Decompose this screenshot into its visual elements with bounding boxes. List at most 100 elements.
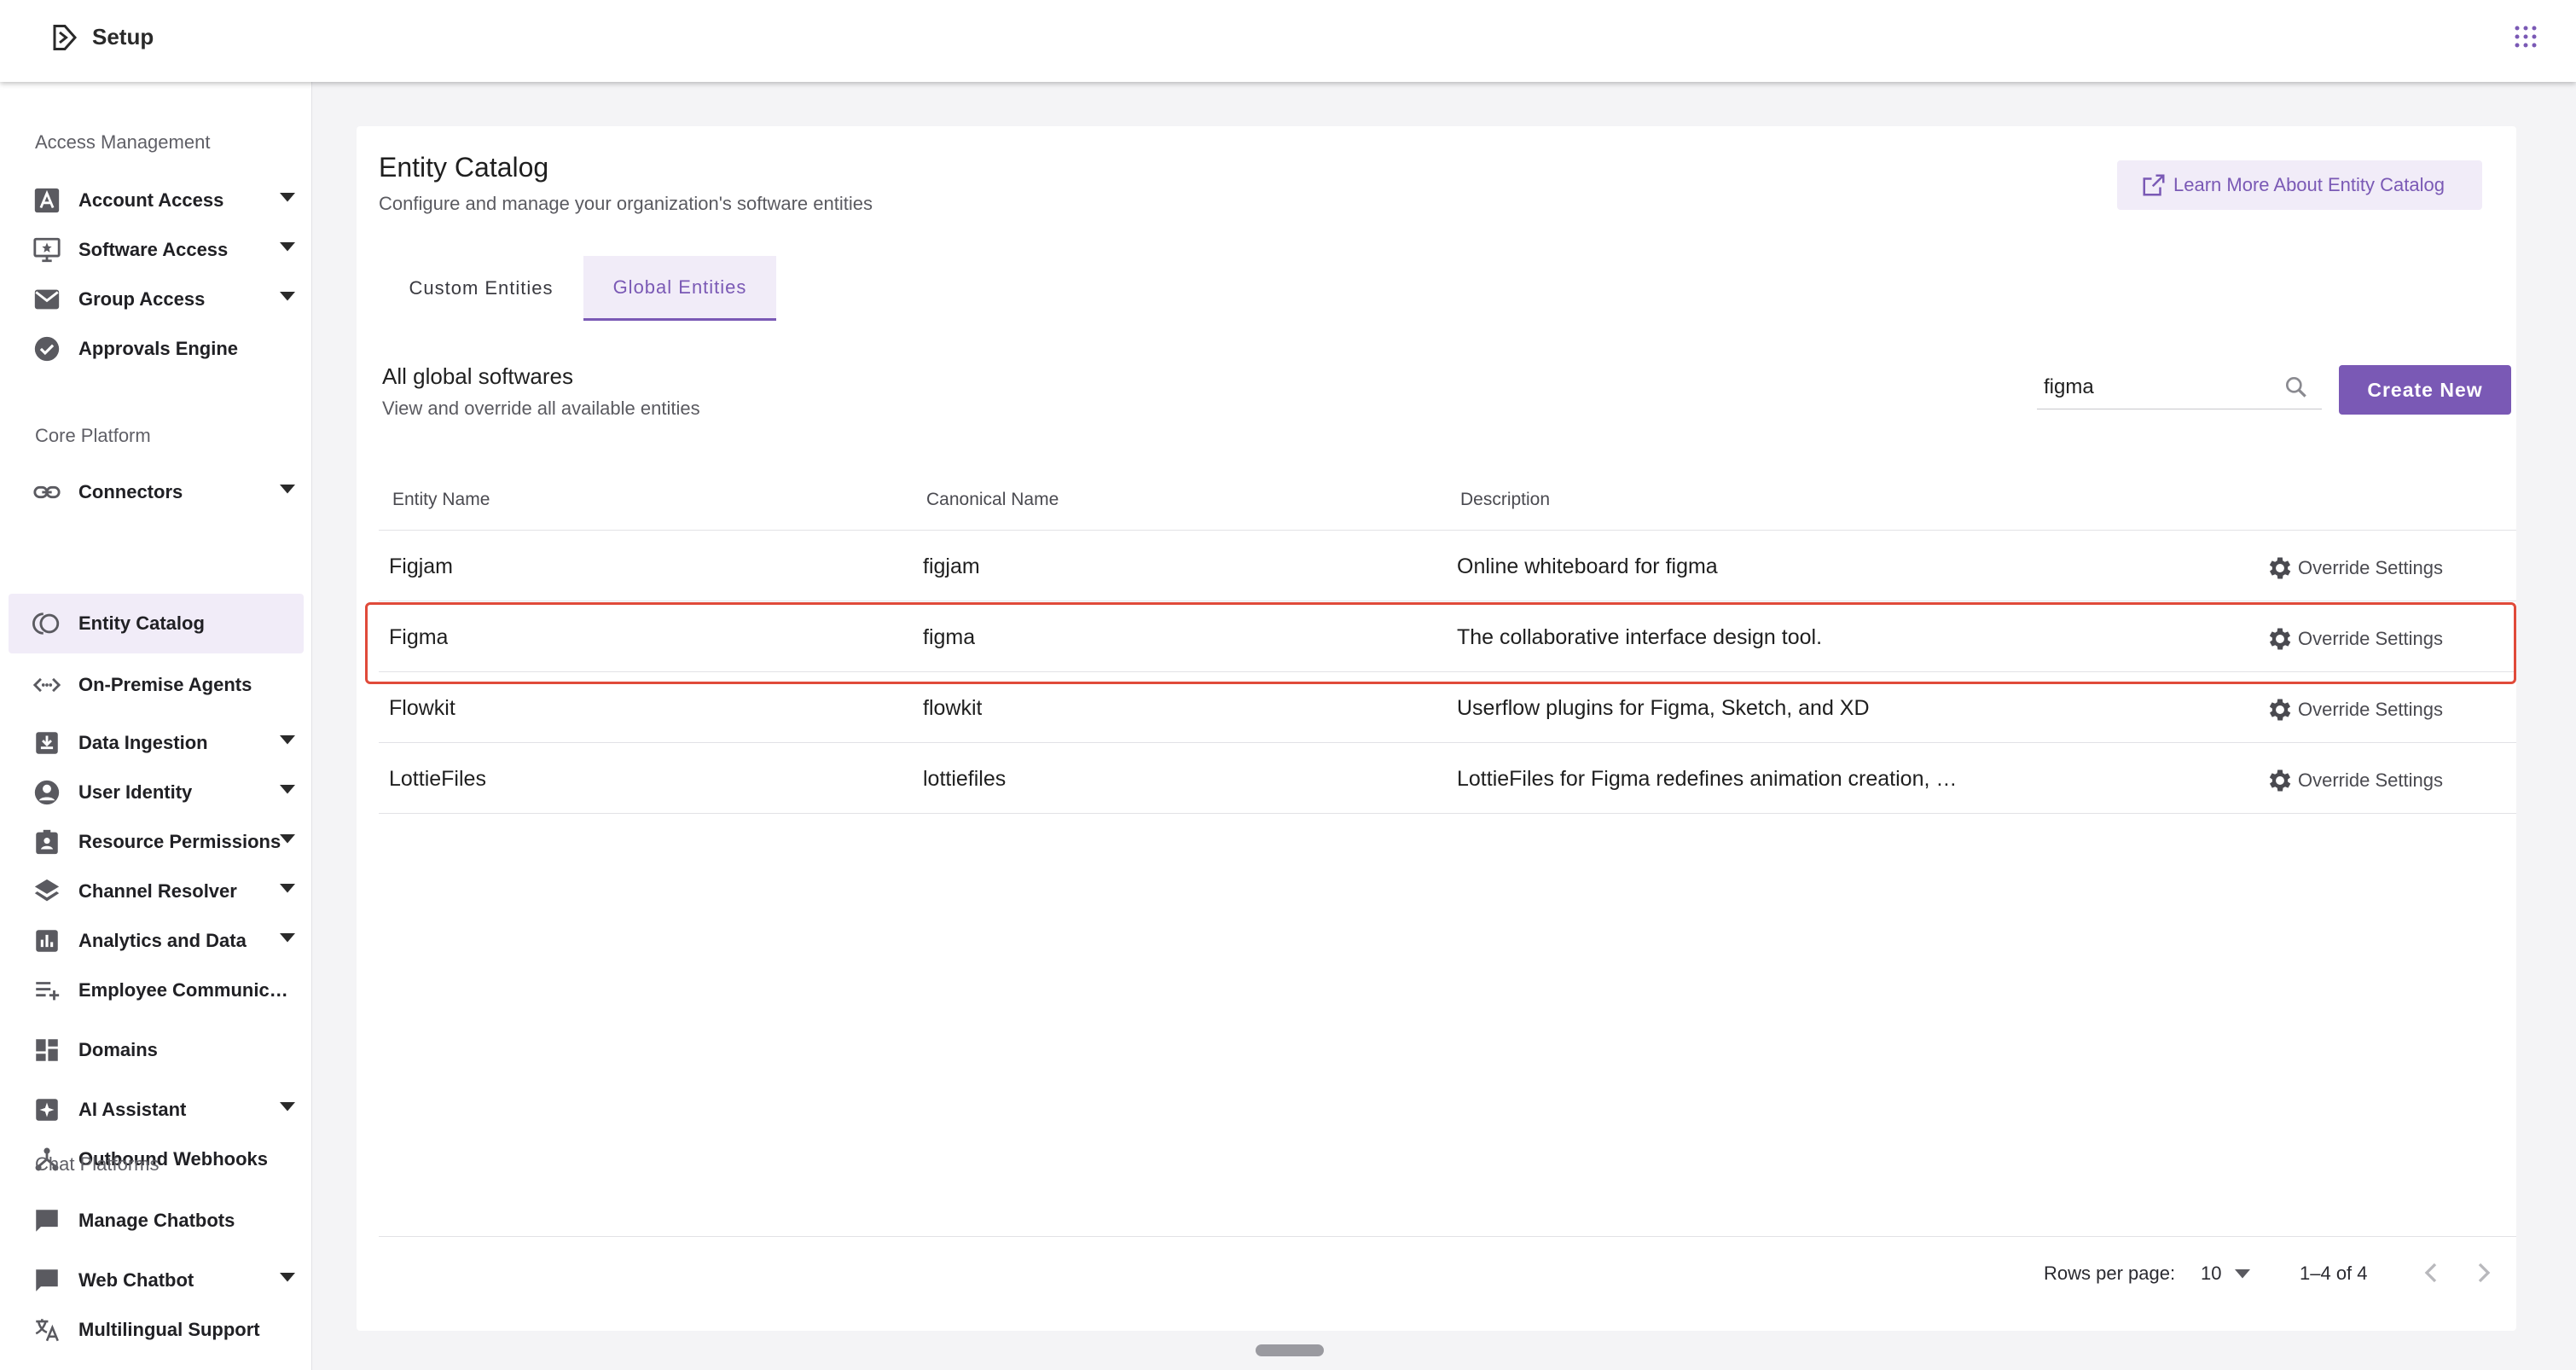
sidebar-item-multilingual-support[interactable]: Multilingual Support xyxy=(9,1300,304,1360)
catalog-icon xyxy=(32,612,60,635)
tab-custom-entities[interactable]: Custom Entities xyxy=(379,256,583,321)
scroll-handle[interactable] xyxy=(1256,1344,1324,1356)
rows-per-page-value: 10 xyxy=(2201,1263,2222,1284)
rows-per-page-select[interactable]: 10 xyxy=(2201,1261,2260,1286)
chat-bubble-icon xyxy=(36,1269,58,1292)
chevron-down-icon[interactable] xyxy=(280,1102,295,1112)
table-row[interactable]: Figjam figjam Online whiteboard for figm… xyxy=(379,531,2516,601)
dashboard-icon xyxy=(36,1039,58,1061)
override-settings-label: Override Settings xyxy=(2298,557,2443,578)
canonical-name-cell: figjam xyxy=(923,554,980,578)
page-subtitle: Configure and manage your organization's… xyxy=(379,193,873,214)
playlist-add-icon xyxy=(36,982,60,1001)
download-box-icon xyxy=(36,732,58,754)
section-title-core-platform: Core Platform xyxy=(35,425,151,446)
sidebar-item-label: Data Ingestion xyxy=(78,732,208,753)
badge-icon xyxy=(36,829,58,855)
mail-icon xyxy=(34,289,60,310)
sidebar-item-label: Approvals Engine xyxy=(78,338,239,359)
override-settings-button[interactable]: Override Settings xyxy=(2266,553,2443,583)
override-settings-button[interactable]: Override Settings xyxy=(2266,765,2443,796)
sparkle-icon xyxy=(36,1099,58,1121)
create-new-button[interactable]: Create New xyxy=(2339,365,2511,415)
pagination-range: 1–4 of 4 xyxy=(2300,1263,2368,1284)
description-cell: Online whiteboard for figma xyxy=(1457,554,1718,578)
sidebar-item-label: Multilingual Support xyxy=(78,1319,260,1340)
gear-icon xyxy=(2269,557,2291,579)
sidebar-item-label: Channel Resolver xyxy=(78,880,237,902)
apps-grid-icon[interactable] xyxy=(2513,24,2538,49)
check-circle-icon xyxy=(34,336,60,362)
tab-global-entities[interactable]: Global Entities xyxy=(583,256,776,321)
chevron-down-icon[interactable] xyxy=(280,1273,295,1283)
chevron-down-icon[interactable] xyxy=(280,735,295,746)
code-icon xyxy=(32,677,61,693)
sidebar-item-domains[interactable]: Domains xyxy=(9,1020,304,1080)
table-header: Entity Name Canonical Name Description xyxy=(379,467,2516,531)
person-icon xyxy=(34,780,60,805)
canonical-name-cell: flowkit xyxy=(923,696,983,720)
chevron-down-icon[interactable] xyxy=(280,292,295,302)
chevron-down-icon[interactable] xyxy=(280,834,295,845)
gear-icon xyxy=(2269,699,2291,721)
table-row[interactable]: Flowkit flowkit Userflow plugins for Fig… xyxy=(379,672,2516,743)
sidebar-item-label: Employee Communic… xyxy=(78,979,288,1001)
sidebar-item-on-premise-agents[interactable]: On-Premise Agents xyxy=(9,655,304,715)
chevron-down-icon[interactable] xyxy=(280,785,295,795)
override-settings-label: Override Settings xyxy=(2298,769,2443,791)
setup-logo-icon[interactable] xyxy=(49,22,80,53)
sidebar-item-label: Analytics and Data xyxy=(78,930,247,951)
entity-name-cell: Figma xyxy=(389,625,449,649)
chevron-down-icon[interactable] xyxy=(280,193,295,203)
rows-per-page-label: Rows per page: xyxy=(2044,1263,2176,1284)
sidebar-item-approvals-engine[interactable]: Approvals Engine xyxy=(9,319,304,379)
entity-name-cell: Flowkit xyxy=(389,696,455,720)
sidebar-item-label: Resource Permissions xyxy=(78,831,281,852)
sidebar-item-label: Software Access xyxy=(78,239,229,260)
software-icon xyxy=(33,237,61,263)
description-cell: Userflow plugins for Figma, Sketch, and … xyxy=(1457,696,1870,720)
search-icon[interactable] xyxy=(2283,374,2310,401)
column-header-canonical-name[interactable]: Canonical Name xyxy=(926,490,1059,510)
sidebar-item-label: On-Premise Agents xyxy=(78,674,252,695)
list-title: All global softwares xyxy=(382,363,573,389)
chat-icon xyxy=(36,1210,58,1232)
sidebar: Access Management Account Access Softwar… xyxy=(0,82,312,1370)
sidebar-item-employee-communications[interactable]: Employee Communic… xyxy=(9,961,304,1020)
sidebar-item-entity-catalog[interactable]: Entity Catalog xyxy=(9,594,304,653)
canonical-name-cell: lottiefiles xyxy=(923,767,1007,791)
sidebar-item-label: Connectors xyxy=(78,481,183,502)
override-settings-label: Override Settings xyxy=(2298,699,2443,720)
table-footer-divider xyxy=(379,1236,2516,1237)
previous-page-button[interactable] xyxy=(2414,1256,2448,1290)
top-bar: Setup xyxy=(0,0,2576,82)
chevron-down-icon[interactable] xyxy=(280,933,295,943)
learn-more-label: Learn More About Entity Catalog xyxy=(2173,174,2445,195)
table-row[interactable]: LottieFiles lottiefiles LottieFiles for … xyxy=(379,743,2516,814)
account-icon xyxy=(34,188,60,213)
search-input[interactable] xyxy=(2044,372,2274,403)
override-settings-button[interactable]: Override Settings xyxy=(2266,694,2443,725)
gear-icon xyxy=(2269,628,2291,650)
sidebar-item-label: Entity Catalog xyxy=(78,612,205,634)
learn-more-button[interactable]: Learn More About Entity Catalog xyxy=(2117,160,2482,210)
column-header-description[interactable]: Description xyxy=(1460,490,1550,510)
chevron-down-icon[interactable] xyxy=(280,884,295,894)
description-cell: The collaborative interface design tool. xyxy=(1457,625,1823,649)
chevron-down-icon xyxy=(2235,1269,2250,1279)
gear-icon xyxy=(2269,769,2291,792)
sidebar-item-manage-chatbots[interactable]: Manage Chatbots xyxy=(9,1191,304,1251)
translate-icon xyxy=(35,1319,59,1342)
column-header-entity-name[interactable]: Entity Name xyxy=(392,490,490,510)
override-settings-button[interactable]: Override Settings xyxy=(2266,624,2443,654)
sidebar-item-label: Domains xyxy=(78,1039,158,1060)
description-cell: LottieFiles for Figma redefines animatio… xyxy=(1457,767,1958,791)
canonical-name-cell: figma xyxy=(923,625,976,649)
chevron-down-icon[interactable] xyxy=(280,242,295,253)
sidebar-item-label: User Identity xyxy=(78,781,193,803)
sidebar-item-connectors[interactable]: Connectors xyxy=(9,462,304,522)
next-page-button[interactable] xyxy=(2467,1256,2501,1290)
table-row[interactable]: Figma figma The collaborative interface … xyxy=(379,601,2516,672)
section-title-access-management: Access Management xyxy=(35,131,211,153)
chevron-down-icon[interactable] xyxy=(280,485,295,495)
